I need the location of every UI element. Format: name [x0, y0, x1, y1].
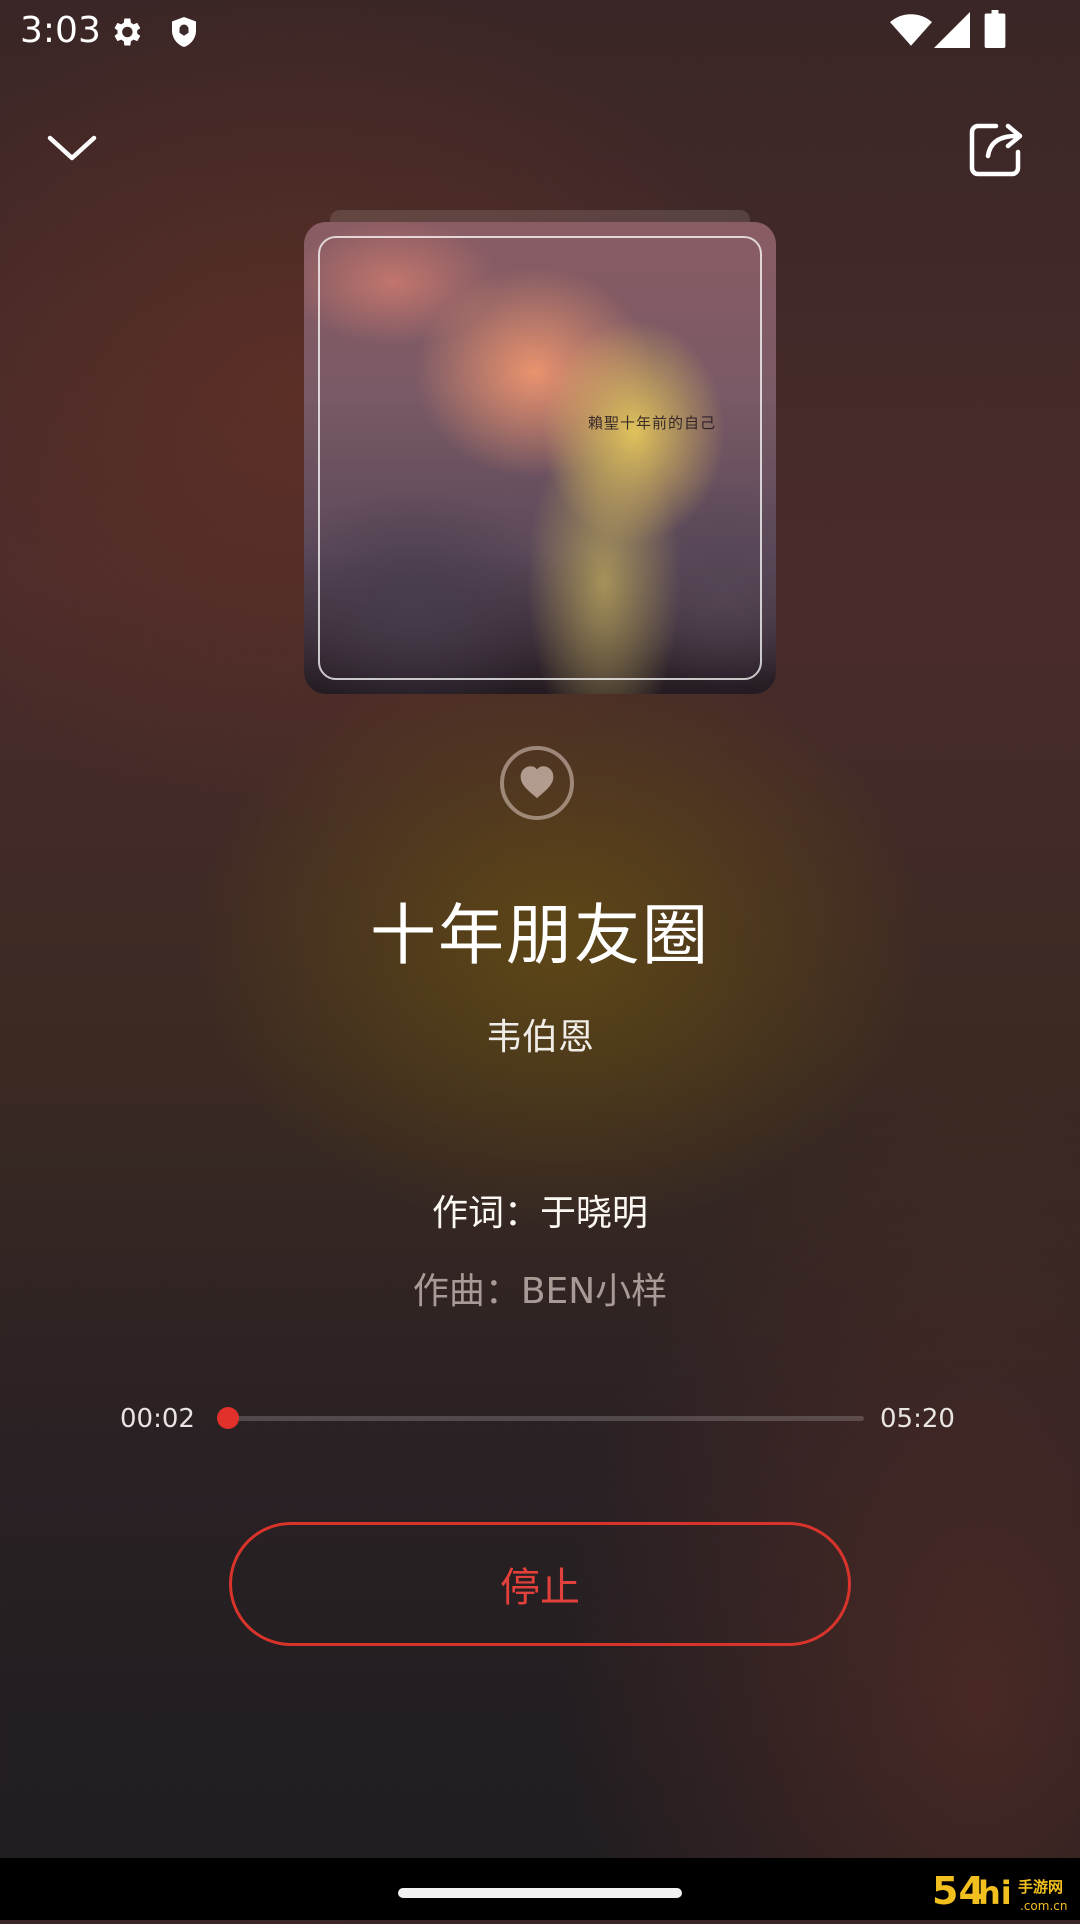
signal-icon [934, 12, 970, 52]
album-art-image: 賴聖十年前的自己 [304, 222, 776, 694]
lyricist-credit: 作词：于晓明 [431, 1193, 648, 1234]
heart-icon [517, 763, 557, 803]
song-title: 十年朋友圈 [370, 897, 710, 974]
svg-text:手游网: 手游网 [1018, 1878, 1063, 1896]
svg-text:.com.cn: .com.cn [1020, 1899, 1067, 1913]
album-frame [318, 236, 762, 680]
status-bar: 3:03 [0, 0, 1080, 64]
chevron-down-icon [40, 135, 104, 186]
current-time: 00:02 [120, 1404, 195, 1434]
artist-name: 韦伯恩 [485, 1017, 594, 1058]
album-caption: 賴聖十年前的自己 [588, 414, 717, 432]
favorite-button[interactable] [500, 746, 574, 820]
seek-thumb[interactable] [216, 1407, 239, 1429]
composer-credit: 作曲：BEN小样 [412, 1271, 668, 1312]
shield-icon [166, 14, 202, 54]
home-indicator[interactable] [398, 1888, 682, 1898]
battery-icon [984, 10, 1006, 52]
svg-text:54: 54 [932, 1869, 985, 1913]
share-icon [962, 123, 1034, 188]
collapse-button[interactable] [40, 118, 104, 182]
album-cover: 賴聖十年前的自己 [304, 210, 776, 694]
svg-text:hi: hi [978, 1874, 1012, 1912]
stop-button[interactable]: 停止 [229, 1522, 851, 1646]
share-button[interactable] [962, 112, 1034, 184]
watermark-logo: 54 hi 手游网 .com.cn [928, 1864, 1080, 1920]
seek-bar[interactable] [216, 1407, 864, 1429]
wifi-icon [890, 12, 932, 52]
status-time: 3:03 [20, 10, 101, 51]
total-time: 05:20 [880, 1404, 955, 1434]
gear-icon [108, 14, 144, 54]
